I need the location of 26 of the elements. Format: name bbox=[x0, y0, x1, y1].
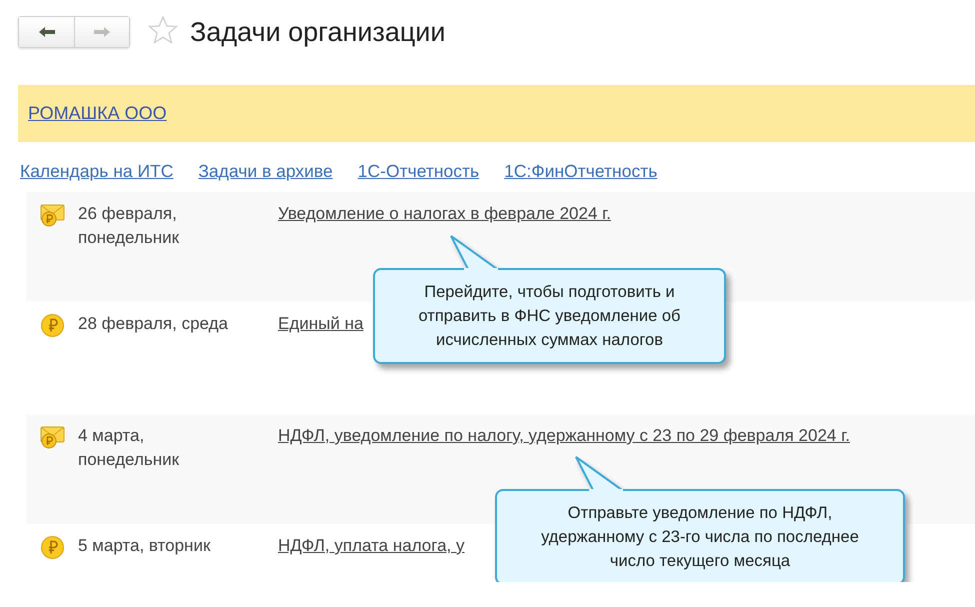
nav-link[interactable]: 1С-Отчетность bbox=[358, 161, 480, 182]
task-link[interactable]: НДФЛ, уплата налога, у bbox=[278, 536, 464, 555]
task-date: 28 февраля, среда bbox=[78, 313, 229, 335]
tooltip: Отправьте уведомление по НДФЛ, удержанному с 23-го числа по последнее число текущего месяца bbox=[495, 456, 905, 582]
page-title: Задачи организации bbox=[190, 16, 446, 48]
task-link[interactable]: Уведомление о налогах в феврале 2024 г. bbox=[278, 204, 611, 223]
nav-link[interactable]: Задачи в архиве bbox=[198, 161, 333, 182]
task-link[interactable]: НДФЛ, уведомление по налогу, удержанному с 23 по 29 февраля 2024 г. bbox=[278, 426, 850, 445]
favorite-star-icon[interactable] bbox=[148, 14, 178, 44]
tooltip: Перейдите, чтобы подготовить и отправить в ФНС уведомление об исчисленных суммах налогов bbox=[373, 235, 726, 364]
task-date: 26 февраля, понедельник bbox=[78, 203, 180, 249]
back-button[interactable] bbox=[19, 17, 74, 47]
callout-pointer bbox=[450, 235, 500, 271]
organization-link[interactable]: РОМАШКА ООО bbox=[28, 103, 167, 124]
task-link[interactable]: Единый на bbox=[278, 314, 364, 333]
task-date: 5 марта, вторник bbox=[78, 535, 212, 557]
envelope-coin-icon bbox=[40, 203, 64, 228]
callout-pointer bbox=[575, 456, 625, 492]
arrow-left-icon bbox=[38, 26, 56, 38]
envelope-coin-icon bbox=[40, 425, 64, 450]
task-date: 4 марта, понедельник bbox=[78, 425, 180, 471]
nav-link[interactable]: 1С:ФинОтчетность bbox=[504, 161, 658, 182]
arrow-right-icon bbox=[93, 26, 111, 38]
ruble-coin-icon bbox=[40, 313, 64, 338]
nav-link[interactable]: Календарь на ИТС bbox=[20, 161, 174, 182]
ruble-coin-icon bbox=[40, 535, 64, 560]
